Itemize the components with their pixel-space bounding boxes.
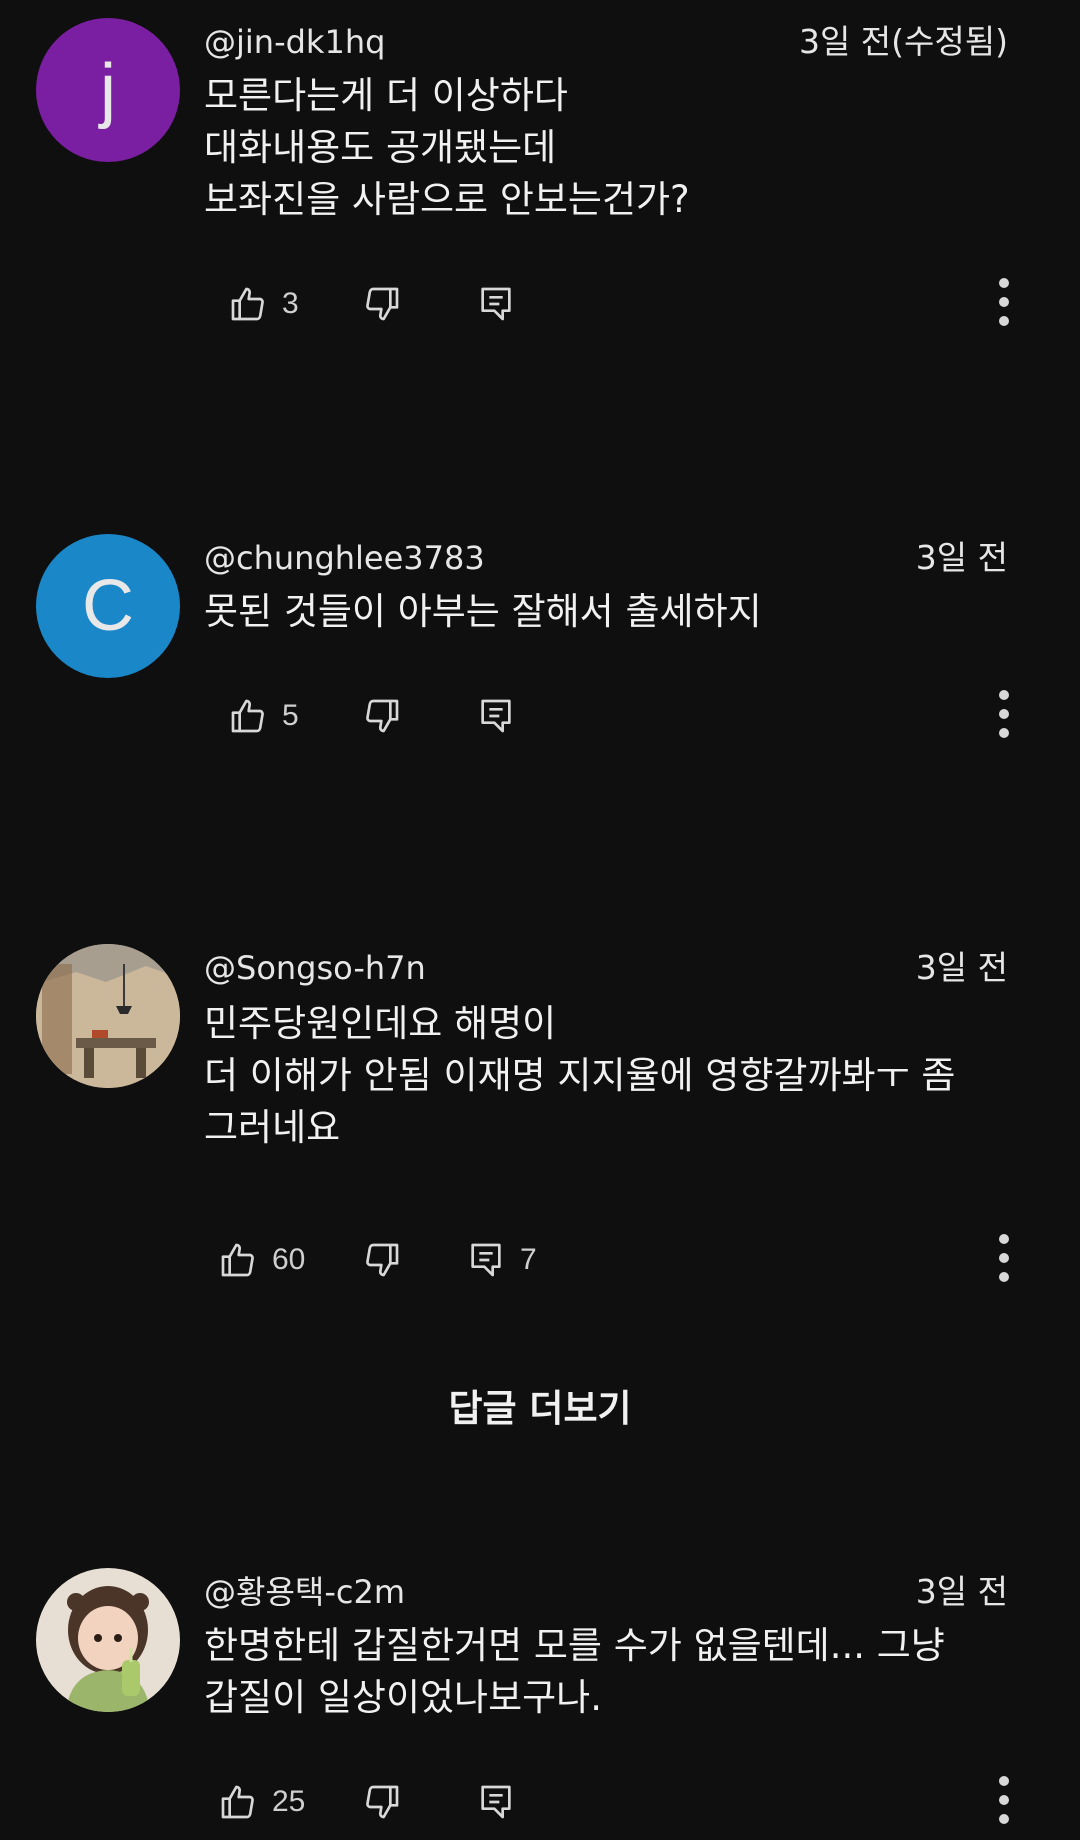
thumbs-up-icon bbox=[218, 1240, 258, 1280]
like-count: 25 bbox=[272, 1785, 306, 1818]
reply-comment-icon bbox=[466, 1240, 506, 1280]
more-options-button[interactable] bbox=[984, 1772, 1024, 1832]
avatar[interactable]: C bbox=[36, 534, 180, 678]
more-options-button[interactable] bbox=[984, 686, 1024, 746]
dislike-button[interactable] bbox=[362, 1772, 402, 1832]
like-button[interactable]: 60 bbox=[218, 1230, 305, 1290]
thumbs-up-icon bbox=[228, 284, 268, 324]
room-photo-avatar[interactable] bbox=[36, 944, 180, 1088]
comment-line: 민주당원인데요 해명이 bbox=[204, 1002, 557, 1045]
thumbs-up-icon bbox=[228, 696, 268, 736]
comment-actions: 3 bbox=[204, 274, 1024, 334]
thumbs-down-icon bbox=[362, 1782, 402, 1822]
comment-actions: 5 bbox=[204, 686, 1024, 746]
more-options-button[interactable] bbox=[984, 1230, 1024, 1290]
avatar[interactable]: j bbox=[36, 18, 180, 162]
more-vertical-icon bbox=[998, 277, 1010, 331]
child-photo-avatar[interactable] bbox=[36, 1568, 180, 1712]
reply-button[interactable]: 7 bbox=[466, 1230, 537, 1290]
comment-line: 그러네요 bbox=[204, 1106, 341, 1149]
comment-line: 모른다는게 더 이상하다 bbox=[204, 74, 568, 117]
comment-line: 대화내용도 공개됐는데 bbox=[204, 126, 557, 169]
more-vertical-icon bbox=[998, 1233, 1010, 1287]
comment-author[interactable]: @jin-dk1hq bbox=[204, 20, 385, 64]
comment-actions: 60 7 bbox=[204, 1230, 1024, 1290]
comment-line: 못된 것들이 아부는 잘해서 출세하지 bbox=[204, 590, 762, 633]
thumbs-down-icon bbox=[362, 1240, 402, 1280]
comment-actions: 25 bbox=[204, 1772, 1024, 1832]
like-count: 60 bbox=[272, 1243, 306, 1276]
avatar-letter: C bbox=[82, 566, 134, 646]
comment-author[interactable]: @Songso-h7n bbox=[204, 946, 426, 990]
avatar-letter: j bbox=[100, 50, 116, 130]
reply-button[interactable] bbox=[476, 686, 516, 746]
comment-line: 보좌진을 사람으로 안보는건가? bbox=[204, 178, 690, 221]
reply-comment-icon bbox=[476, 284, 516, 324]
like-count: 3 bbox=[282, 287, 299, 320]
reply-button[interactable] bbox=[476, 274, 516, 334]
comment-text: 모른다는게 더 이상하다 대화내용도 공개됐는데 보좌진을 사람으로 안보는건가… bbox=[204, 70, 1034, 226]
reply-count: 7 bbox=[520, 1243, 537, 1276]
dislike-button[interactable] bbox=[362, 274, 402, 334]
reply-button[interactable] bbox=[476, 1772, 516, 1832]
like-button[interactable]: 3 bbox=[228, 274, 299, 334]
like-button[interactable]: 5 bbox=[228, 686, 299, 746]
dislike-button[interactable] bbox=[362, 1230, 402, 1290]
dislike-button[interactable] bbox=[362, 686, 402, 746]
thumbs-down-icon bbox=[362, 284, 402, 324]
like-button[interactable]: 25 bbox=[218, 1772, 305, 1832]
more-options-button[interactable] bbox=[984, 274, 1024, 334]
comment-line: 더 이해가 안됨 이재명 지지율에 영향갈까봐ㅜ 좀 bbox=[204, 1054, 956, 1097]
more-replies-button[interactable]: 답글 더보기 bbox=[0, 1378, 1080, 1432]
comment-timestamp: 3일 전 bbox=[915, 538, 1008, 577]
comment-text: 민주당원인데요 해명이 더 이해가 안됨 이재명 지지율에 영향갈까봐ㅜ 좀 그… bbox=[204, 998, 1034, 1154]
comment-author[interactable]: @chunghlee3783 bbox=[204, 536, 485, 580]
comment-timestamp: 3일 전(수정됨) bbox=[798, 22, 1008, 61]
thumbs-up-icon bbox=[218, 1782, 258, 1822]
comment-text: 못된 것들이 아부는 잘해서 출세하지 bbox=[204, 586, 1034, 638]
comment-timestamp: 3일 전 bbox=[915, 948, 1008, 987]
reply-comment-icon bbox=[476, 696, 516, 736]
comment-text: 한명한테 갑질한거면 모를 수가 없을텐데... 그냥 갑질이 일상이었나보구나… bbox=[204, 1620, 1034, 1724]
more-vertical-icon bbox=[998, 1775, 1010, 1829]
reply-comment-icon bbox=[476, 1782, 516, 1822]
thumbs-down-icon bbox=[362, 696, 402, 736]
comment-timestamp: 3일 전 bbox=[915, 1572, 1008, 1611]
comment-author[interactable]: @황용택-c2m bbox=[204, 1570, 405, 1614]
comment-line: 갑질이 일상이었나보구나. bbox=[204, 1676, 602, 1719]
more-vertical-icon bbox=[998, 689, 1010, 743]
comment-line: 한명한테 갑질한거면 모를 수가 없을텐데... 그냥 bbox=[204, 1624, 945, 1667]
like-count: 5 bbox=[282, 699, 299, 732]
